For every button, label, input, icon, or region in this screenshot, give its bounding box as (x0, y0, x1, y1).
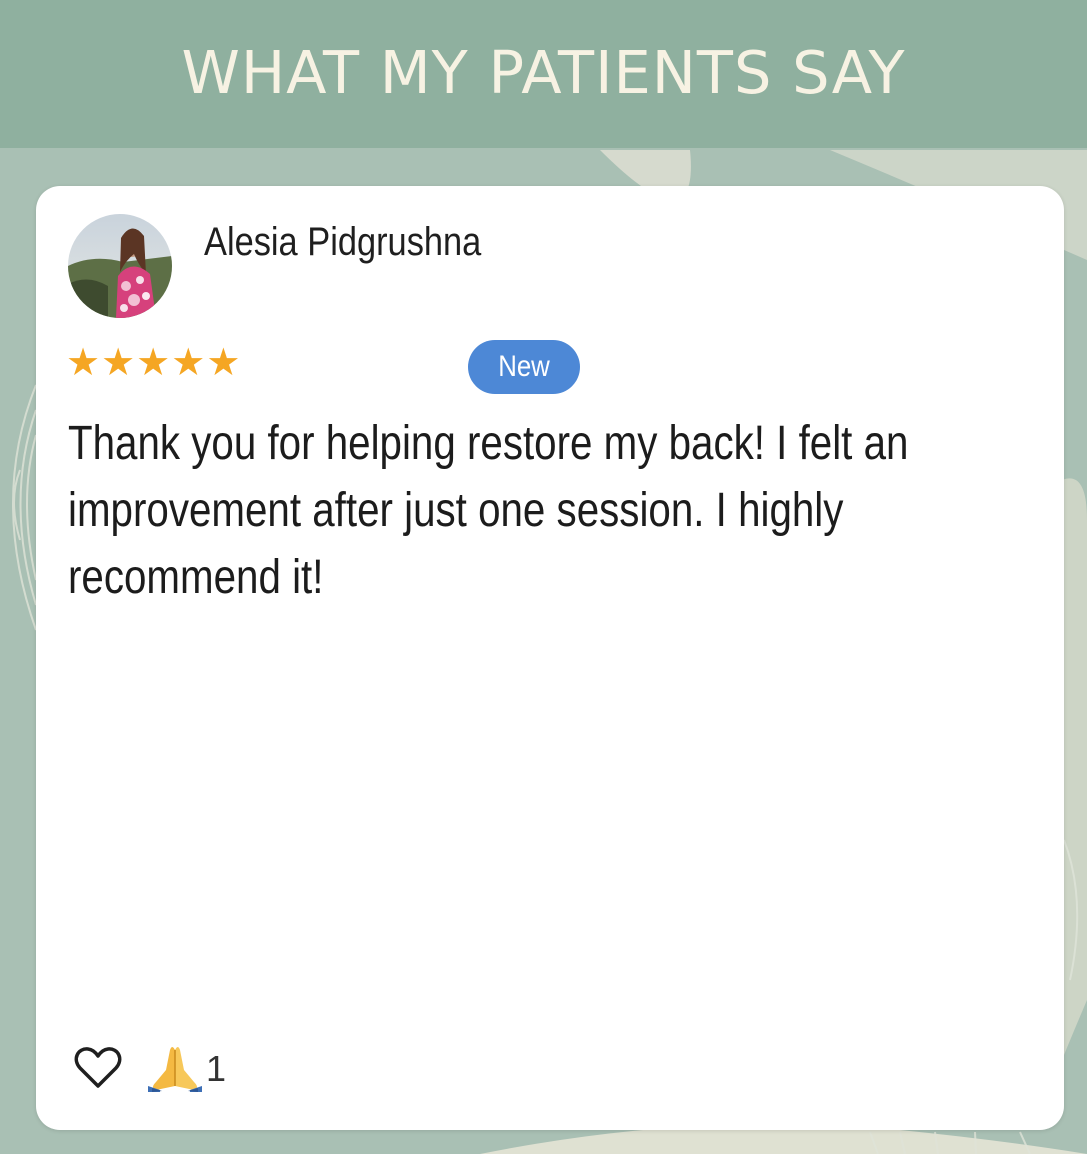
new-badge: New (468, 340, 580, 394)
badge-label: New (498, 350, 550, 383)
star-icon: ★ (171, 340, 206, 384)
heart-outline-icon (74, 1047, 122, 1088)
reaction-button[interactable]: 1 (146, 1044, 226, 1092)
reviewer-avatar[interactable] (68, 214, 172, 318)
star-rating: ★ ★ ★ ★ ★ (66, 340, 240, 384)
review-actions: 1 (70, 1040, 226, 1096)
star-icon: ★ (206, 340, 241, 384)
review-card: Alesia Pidgrushna ★ ★ ★ ★ ★ New Thank yo… (36, 186, 1064, 1130)
review-text: Thank you for helping restore my back! I… (68, 417, 909, 604)
reviewer-name[interactable]: Alesia Pidgrushna (204, 220, 481, 265)
star-icon: ★ (101, 340, 136, 384)
star-icon: ★ (66, 340, 101, 384)
like-button[interactable] (70, 1040, 126, 1096)
page-title: WHAT MY PATIENTS SAY (181, 37, 906, 107)
page-header: WHAT MY PATIENTS SAY (0, 0, 1087, 148)
star-icon: ★ (136, 340, 171, 384)
praying-hands-icon (148, 1047, 202, 1092)
reaction-count: 1 (206, 1048, 227, 1089)
